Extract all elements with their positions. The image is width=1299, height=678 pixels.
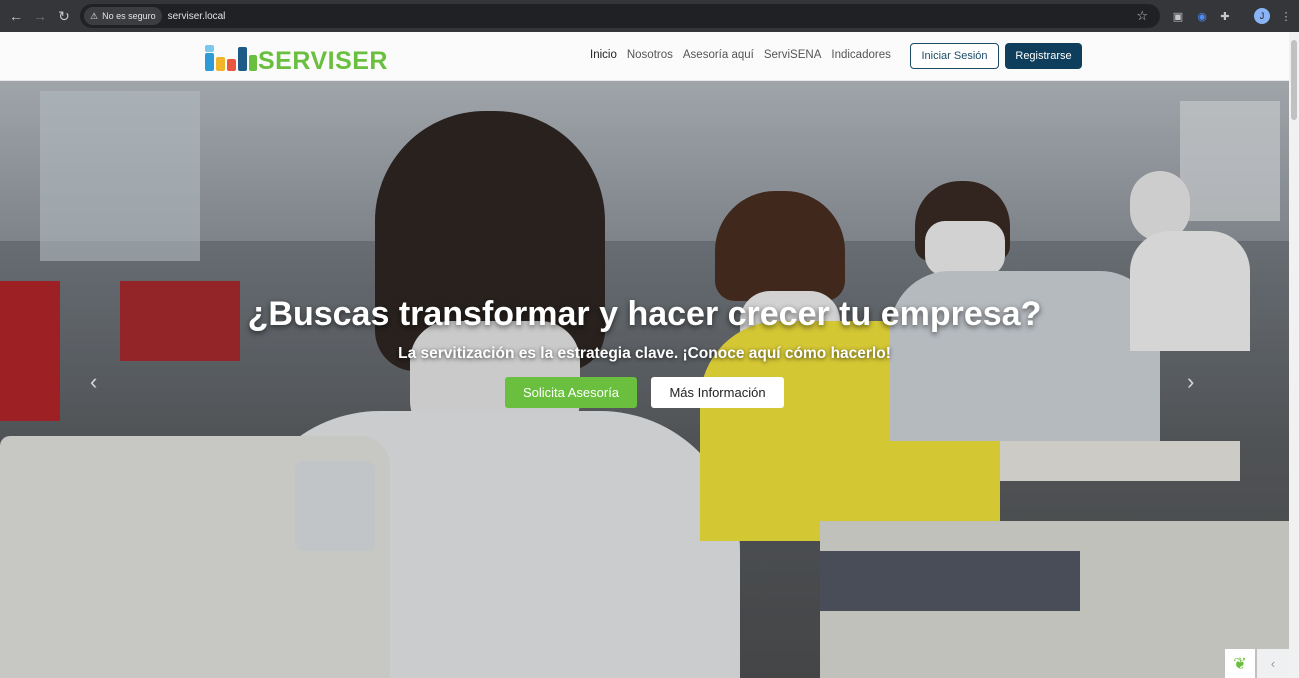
site-navbar: SERVISER Inicio Nosotros Asesoría aquí S…: [0, 32, 1289, 81]
site-logo[interactable]: SERVISER: [205, 40, 388, 76]
menu-item-servisena[interactable]: ServiSENA: [764, 49, 822, 61]
menu-item-indicadores[interactable]: Indicadores: [831, 49, 890, 61]
hero-subtitle: La servitización es la estrategia clave.…: [398, 345, 891, 362]
bookmark-star-icon[interactable]: ☆: [1136, 8, 1148, 24]
more-info-button[interactable]: Más Información: [651, 377, 784, 408]
security-chip[interactable]: ⚠ No es seguro: [84, 7, 162, 25]
register-button[interactable]: Registrarse: [1005, 43, 1082, 69]
hero-title: ¿Buscas transformar y hacer crecer tu em…: [247, 295, 1042, 333]
puzzle-icon[interactable]: ✚: [1217, 8, 1233, 24]
menu-item-asesoria[interactable]: Asesoría aquí: [683, 49, 754, 61]
carousel-next-icon[interactable]: ›: [1187, 369, 1194, 395]
profile-avatar-icon[interactable]: J: [1254, 8, 1270, 24]
warning-icon: ⚠: [90, 10, 99, 21]
hero-overlay: [0, 81, 1289, 678]
extension-icon[interactable]: ▣: [1170, 8, 1186, 24]
forward-icon[interactable]: →: [28, 4, 52, 28]
request-advisory-button[interactable]: Solicita Asesoría: [505, 377, 637, 408]
main-menu: Inicio Nosotros Asesoría aquí ServiSENA …: [590, 49, 891, 61]
menu-item-inicio[interactable]: Inicio: [590, 49, 617, 61]
address-bar[interactable]: ⚠ No es seguro serviser.local ☆: [80, 4, 1160, 28]
page-viewport: SERVISER Inicio Nosotros Asesoría aquí S…: [0, 32, 1289, 678]
page-scrollbar[interactable]: [1289, 32, 1299, 678]
reload-icon[interactable]: ↻: [52, 4, 76, 28]
chat-widget-icon[interactable]: ❦: [1225, 649, 1255, 678]
hero-carousel: ‹ › ¿Buscas transformar y hacer crecer t…: [0, 81, 1289, 678]
logo-mark-icon: [205, 43, 257, 73]
cast-icon[interactable]: ◉: [1194, 8, 1210, 24]
login-button[interactable]: Iniciar Sesión: [910, 43, 999, 69]
browser-toolbar: ← → ↻ ⚠ No es seguro serviser.local ☆ ▣ …: [0, 0, 1299, 32]
logo-text: SERVISER: [258, 47, 388, 75]
scrollbar-thumb[interactable]: [1291, 40, 1297, 120]
widget-collapse-icon[interactable]: ‹: [1257, 649, 1289, 678]
menu-item-nosotros[interactable]: Nosotros: [627, 49, 673, 61]
back-icon[interactable]: ←: [4, 4, 28, 28]
security-label: No es seguro: [102, 11, 156, 21]
url-text[interactable]: serviser.local: [168, 11, 226, 22]
carousel-prev-icon[interactable]: ‹: [90, 369, 97, 395]
menu-kebab-icon[interactable]: ⋮: [1278, 8, 1294, 24]
